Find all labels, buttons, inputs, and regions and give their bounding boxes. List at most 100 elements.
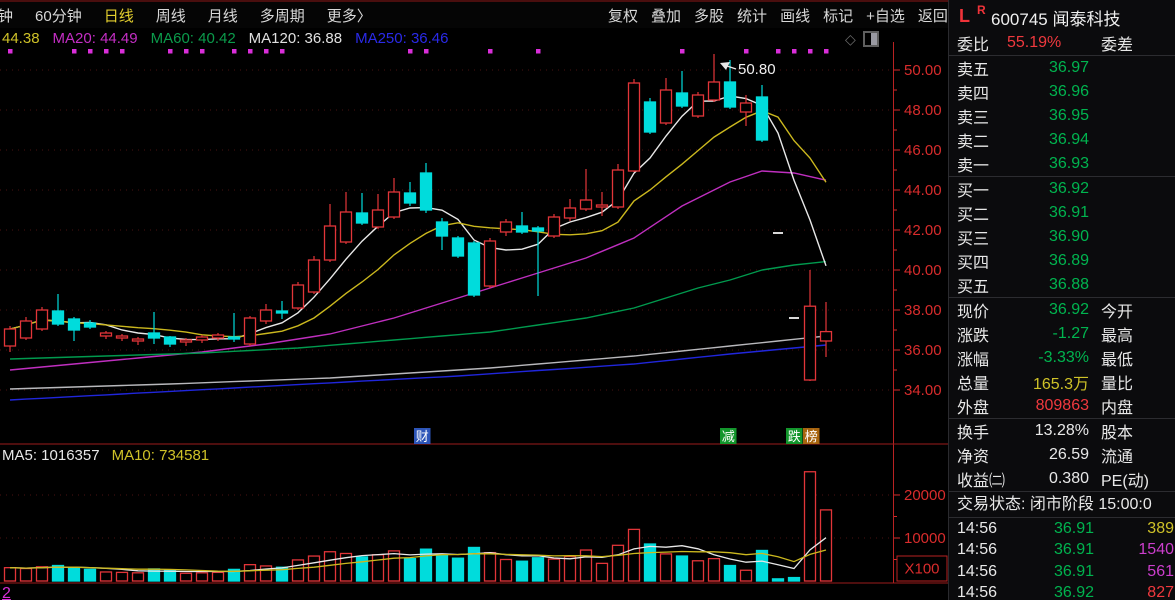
event-badge-text: 财 <box>416 429 429 444</box>
volume-bar <box>739 569 753 582</box>
stat-row-收益㈡-label2: PE(动) <box>1101 473 1150 490</box>
event-dot <box>680 49 685 54</box>
event-dot <box>280 49 285 54</box>
event-dot <box>88 49 93 54</box>
event-dot <box>824 49 829 54</box>
tick-price: 36.91 <box>1053 541 1094 559</box>
volume-bar <box>547 558 561 582</box>
tab-period-3[interactable]: 周线 <box>156 5 186 26</box>
stat-row-现价-label2: 今开 <box>1101 304 1134 321</box>
tick-volume: 389 <box>1147 519 1174 537</box>
ask-row-4-value: 36.93 <box>1048 155 1089 172</box>
candlestick-chart[interactable]: 50.00 48.00 46.00 44.00 42.00 40.00 38.00 36.00… <box>0 28 948 600</box>
price-axis-label: 44.00 <box>904 182 942 199</box>
annotation-high-label: 50.80 <box>738 61 776 78</box>
volume-bar <box>579 549 593 582</box>
candle-body <box>243 317 257 345</box>
badge-l: L <box>959 6 970 26</box>
panel-split-icon[interactable] <box>862 31 879 47</box>
bid-row-1-label: 买二 <box>957 207 990 224</box>
volume-bar <box>99 571 113 582</box>
stat-row-总量-label: 总量 <box>957 376 990 393</box>
event-dot <box>72 49 77 54</box>
tab-period-6[interactable]: 更多〉 <box>327 5 372 26</box>
volume-bar <box>531 557 545 582</box>
bid-row-0-value: 36.92 <box>1048 180 1089 197</box>
ask-row-3-label: 卖二 <box>957 134 990 151</box>
volume-bar <box>467 546 481 582</box>
tick-list: 14:56 36.91 389 14:56 36.91 1540 14:56 36.91 561… <box>949 518 1175 600</box>
tab-period-2[interactable]: 日线 <box>104 5 134 26</box>
ask-row-0-value: 36.97 <box>1048 59 1089 76</box>
bid-row-2-value: 36.90 <box>1048 228 1089 245</box>
ask-row-4: 卖一 36.93 <box>949 152 1175 176</box>
candle-body <box>99 332 113 337</box>
candle-body <box>675 92 689 107</box>
ask-row-1: 卖四 36.96 <box>949 80 1175 104</box>
candle-body <box>339 211 353 243</box>
ask-row-3-value: 36.94 <box>1048 131 1089 148</box>
event-badge-text: 榜 <box>805 429 818 444</box>
toolbar-action-3[interactable]: 统计 <box>737 5 767 26</box>
ask-row-2-value: 36.95 <box>1048 107 1089 124</box>
toolbar-action-6[interactable]: +自选 <box>866 5 905 26</box>
tick-price: 36.92 <box>1053 584 1094 600</box>
bid-row-4: 买五 36.88 <box>949 273 1175 297</box>
price-ma-legend-item-2: MA60: 40.42 <box>150 30 236 47</box>
stock-header[interactable]: L R 600745 闻泰科技 <box>949 0 1175 30</box>
volume-bar <box>83 568 97 582</box>
stat-row-外盘-label: 外盘 <box>957 400 990 417</box>
tick-row-3: 14:56 36.92 827 <box>949 583 1175 600</box>
stat-row-换手-value: 13.28% <box>1034 422 1089 439</box>
event-dot <box>536 49 541 54</box>
candle-body <box>515 225 529 233</box>
chart-region[interactable]: 44.38 MA20: 44.49 MA60: 40.42 MA120: 36.88 M… <box>0 28 948 600</box>
candle-body <box>323 225 337 261</box>
candle-body <box>227 336 241 340</box>
volume-bar <box>291 559 305 582</box>
stat-row-涨幅-label2: 最低 <box>1101 352 1134 369</box>
tab-period-0[interactable]: 分钟 <box>0 5 13 26</box>
stat-row-净资-value: 26.59 <box>1048 446 1089 463</box>
volume-ma-legend-item-0: MA5: 1016357 <box>2 447 100 464</box>
volume-bar <box>131 572 145 582</box>
candle-body <box>659 89 673 124</box>
toolbar-action-4[interactable]: 画线 <box>780 5 810 26</box>
candle-body <box>435 221 449 237</box>
stat-row-涨跌-label2: 最高 <box>1101 328 1134 345</box>
candle-body <box>67 318 81 331</box>
tick-row-0: 14:56 36.91 389 <box>949 518 1175 540</box>
toolbar-action-0[interactable]: 复权 <box>608 5 638 26</box>
tab-period-1[interactable]: 60分钟 <box>35 5 82 26</box>
diamond-icon[interactable]: ◇ <box>845 32 856 46</box>
stat-row-总量-label2: 量比 <box>1101 376 1134 393</box>
ask-row-1-label: 卖四 <box>957 86 990 103</box>
tab-period-5[interactable]: 多周期 <box>260 5 305 26</box>
toolbar-action-1[interactable]: 叠加 <box>651 5 681 26</box>
candle-body <box>307 259 321 293</box>
candle-body <box>707 81 721 101</box>
price-axis-label: 38.00 <box>904 302 942 319</box>
tab-period-4[interactable]: 月线 <box>208 5 238 26</box>
toolbar-action-5[interactable]: 标记 <box>823 5 853 26</box>
volume-bar <box>19 567 33 582</box>
volume-bar <box>659 553 673 582</box>
toolbar-action-2[interactable]: 多股 <box>694 5 724 26</box>
ma-line-MA120 <box>9 335 827 390</box>
toolbar-action-7[interactable]: 返回 <box>918 5 948 26</box>
volume-bar <box>563 555 577 582</box>
stat-row-收益㈡: 收益㈡ 0.380 PE(动) <box>949 467 1175 491</box>
candle-body <box>115 335 129 339</box>
weibi-row: 委比 55.19% 委差 <box>949 30 1175 55</box>
volume-bar <box>355 556 369 582</box>
price-axis-label: 34.00 <box>904 382 942 399</box>
tick-time: 14:56 <box>957 584 998 600</box>
event-dot <box>264 49 269 54</box>
stat-row-换手-label2: 股本 <box>1101 425 1134 442</box>
volume-unit-label: X100 <box>904 561 939 578</box>
event-dot <box>120 49 125 54</box>
ask-row-1-value: 36.96 <box>1048 83 1089 100</box>
stat-row-外盘-value: 809863 <box>1035 397 1089 414</box>
candle-body <box>739 102 753 113</box>
tick-price: 36.91 <box>1053 562 1094 580</box>
